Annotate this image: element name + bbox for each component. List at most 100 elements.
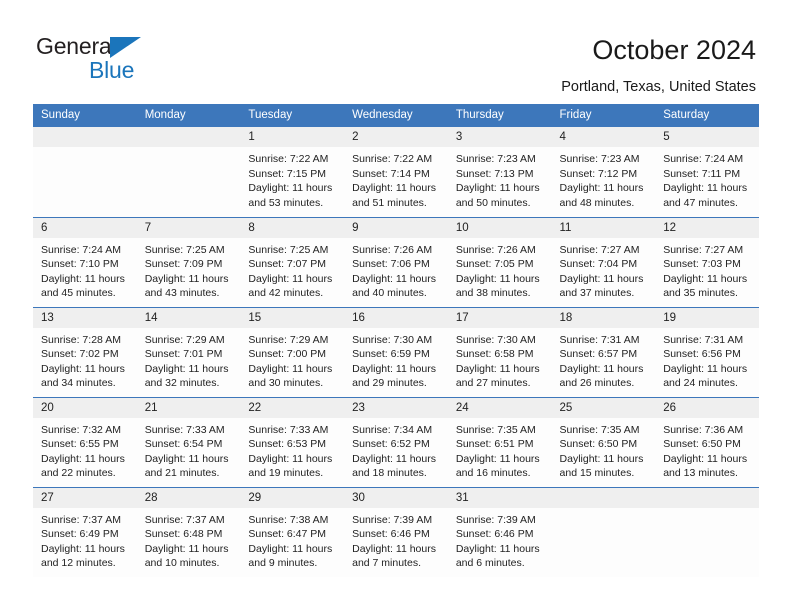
calendar-day-cell[interactable]: 13 Sunrise: 7:28 AM Sunset: 7:02 PM Dayligh… — [33, 306, 137, 397]
day-sun-info: Sunrise: 7:26 AM Sunset: 7:06 PM Daylight:… — [344, 238, 448, 301]
calendar-day-cell[interactable]: 6 Sunrise: 7:24 AM Sunset: 7:10 PM Daylight… — [33, 216, 137, 307]
calendar-day-cell[interactable]: 25 Sunrise: 7:35 AM Sunset: 6:50 PM Dayligh… — [551, 396, 656, 487]
day-number: 24 — [447, 397, 552, 418]
daylight-text-line2: and 10 minutes. — [144, 557, 220, 569]
daylight-text-line1: Daylight: 11 hours — [248, 452, 333, 465]
calendar-day-cell[interactable]: 29 Sunrise: 7:38 AM Sunset: 6:47 PM Dayligh… — [240, 486, 345, 577]
sunrise-text: Sunrise: 7:38 AM — [248, 513, 329, 526]
daylight-text-line2: and 51 minutes. — [352, 196, 427, 209]
calendar-day-cell[interactable]: 14 Sunrise: 7:29 AM Sunset: 7:01 PM Dayligh… — [136, 306, 241, 397]
calendar-day-cell[interactable]: 18 Sunrise: 7:31 AM Sunset: 6:57 PM Dayligh… — [551, 306, 656, 397]
calendar-day-cell[interactable]: 31 Sunrise: 7:39 AM Sunset: 6:46 PM Dayligh… — [447, 486, 552, 577]
day-number: 6 — [33, 217, 137, 238]
sunset-text: Sunset: 7:05 PM — [455, 258, 534, 270]
sunrise-text: Sunrise: 7:32 AM — [41, 423, 121, 436]
day-number: 11 — [551, 217, 656, 238]
day-number: 5 — [655, 127, 759, 147]
calendar-day-cell[interactable]: 23 Sunrise: 7:34 AM Sunset: 6:52 PM Dayligh… — [344, 396, 448, 487]
day-number: 29 — [240, 487, 345, 508]
calendar-day-cell[interactable]: 19 Sunrise: 7:31 AM Sunset: 6:56 PM Dayligh… — [655, 306, 759, 397]
calendar-day-cell[interactable]: 15 Sunrise: 7:29 AM Sunset: 7:00 PM Dayligh… — [240, 306, 345, 397]
day-number: 28 — [136, 487, 241, 508]
day-number: 17 — [447, 307, 552, 328]
calendar-day-cell[interactable]: 3 Sunrise: 7:23 AM Sunset: 7:13 PM Daylight… — [447, 127, 552, 217]
calendar-day-cell[interactable]: 17 Sunrise: 7:30 AM Sunset: 6:58 PM Dayligh… — [447, 306, 552, 397]
calendar-day-cell[interactable]: 24 Sunrise: 7:35 AM Sunset: 6:51 PM Dayligh… — [447, 396, 552, 487]
sunrise-text: Sunrise: 7:25 AM — [144, 243, 225, 256]
sunrise-text: Sunrise: 7:29 AM — [248, 333, 329, 346]
sunrise-text: Sunrise: 7:35 AM — [559, 423, 640, 436]
day-number: 2 — [344, 127, 448, 147]
calendar-day-cell[interactable]: 10 Sunrise: 7:26 AM Sunset: 7:05 PM Dayligh… — [447, 216, 552, 307]
calendar-day-cell[interactable]: 22 Sunrise: 7:33 AM Sunset: 6:53 PM Dayligh… — [240, 396, 345, 487]
daylight-text-line1: Daylight: 11 hours — [248, 182, 333, 194]
calendar-day-cell[interactable]: 5 Sunrise: 7:24 AM Sunset: 7:11 PM Daylight… — [655, 127, 759, 217]
calendar-day-cell[interactable]: 11 Sunrise: 7:27 AM Sunset: 7:04 PM Dayligh… — [551, 216, 656, 307]
weekday-header-tuesday: Tuesday — [240, 104, 345, 127]
calendar-body: 1 Sunrise: 7:22 AM Sunset: 7:15 PM Daylight… — [33, 127, 759, 577]
daylight-text-line2: and 43 minutes. — [144, 287, 220, 299]
calendar-day-cell[interactable]: 8 Sunrise: 7:25 AM Sunset: 7:07 PM Daylight… — [240, 216, 345, 307]
calendar-day-cell[interactable]: 20 Sunrise: 7:32 AM Sunset: 6:55 PM Dayligh… — [33, 396, 137, 487]
sunrise-text: Sunrise: 7:36 AM — [663, 423, 744, 436]
calendar-week-row: 20 Sunrise: 7:32 AM Sunset: 6:55 PM Dayligh… — [33, 396, 759, 487]
daylight-text-line2: and 32 minutes. — [144, 377, 220, 389]
calendar-day-cell[interactable]: 12 Sunrise: 7:27 AM Sunset: 7:03 PM Dayligh… — [655, 216, 759, 307]
day-sun-info: Sunrise: 7:36 AM Sunset: 6:50 PM Daylight:… — [655, 418, 759, 481]
calendar-day-cell[interactable]: 7 Sunrise: 7:25 AM Sunset: 7:09 PM Daylight… — [136, 216, 241, 307]
general-blue-logo[interactable]: General Blue — [36, 33, 236, 85]
sunrise-text: Sunrise: 7:39 AM — [352, 513, 433, 526]
day-number: 14 — [136, 307, 241, 328]
daylight-text-line1: Daylight: 11 hours — [144, 272, 229, 285]
daylight-text-line2: and 45 minutes. — [41, 287, 116, 299]
calendar-day-cell[interactable]: 2 Sunrise: 7:22 AM Sunset: 7:14 PM Daylight… — [344, 127, 448, 217]
calendar-day-cell[interactable]: 21 Sunrise: 7:33 AM Sunset: 6:54 PM Dayligh… — [136, 396, 241, 487]
sunrise-text: Sunrise: 7:22 AM — [352, 153, 433, 165]
calendar-day-cell[interactable]: 16 Sunrise: 7:30 AM Sunset: 6:59 PM Dayligh… — [344, 306, 448, 397]
calendar-day-cell-empty — [33, 127, 137, 217]
sunset-text: Sunset: 6:49 PM — [41, 528, 119, 540]
daylight-text-line2: and 38 minutes. — [455, 287, 531, 299]
daylight-text-line2: and 42 minutes. — [248, 287, 324, 299]
sunrise-text: Sunrise: 7:39 AM — [455, 513, 536, 526]
calendar-table: Sunday Monday Tuesday Wednesday Thursday… — [33, 104, 759, 577]
sunrise-text: Sunrise: 7:26 AM — [352, 243, 433, 256]
day-sun-info: Sunrise: 7:22 AM Sunset: 7:14 PM Daylight:… — [344, 147, 448, 210]
calendar-day-cell[interactable]: 26 Sunrise: 7:36 AM Sunset: 6:50 PM Dayligh… — [655, 396, 759, 487]
day-number: 16 — [344, 307, 448, 328]
day-number: 10 — [447, 217, 552, 238]
day-number: 15 — [240, 307, 345, 328]
page-location: Portland, Texas, United States — [561, 79, 756, 95]
weekday-header-sunday: Sunday — [33, 104, 137, 127]
calendar-day-cell[interactable]: 30 Sunrise: 7:39 AM Sunset: 6:46 PM Dayligh… — [344, 486, 448, 577]
sunset-text: Sunset: 7:07 PM — [248, 258, 327, 270]
calendar-day-cell-empty — [655, 486, 759, 577]
day-number: 23 — [344, 397, 448, 418]
sunset-text: Sunset: 7:14 PM — [352, 167, 430, 180]
sunrise-text: Sunrise: 7:29 AM — [144, 333, 225, 346]
daylight-text-line1: Daylight: 11 hours — [663, 362, 748, 375]
day-number: 19 — [655, 307, 759, 328]
triangle-icon — [110, 37, 141, 58]
calendar-day-cell[interactable]: 28 Sunrise: 7:37 AM Sunset: 6:48 PM Dayligh… — [136, 486, 241, 577]
calendar-day-cell[interactable]: 4 Sunrise: 7:23 AM Sunset: 7:12 PM Daylight… — [551, 127, 656, 217]
sunset-text: Sunset: 6:57 PM — [559, 348, 638, 360]
sunset-text: Sunset: 7:04 PM — [559, 258, 638, 270]
daylight-text-line2: and 47 minutes. — [663, 196, 738, 209]
daylight-text-line1: Daylight: 11 hours — [41, 452, 125, 465]
page-header: General Blue October 2024 Portland, Texa… — [0, 0, 792, 104]
daylight-text-line1: Daylight: 11 hours — [559, 362, 644, 375]
sunrise-text: Sunrise: 7:25 AM — [248, 243, 329, 256]
day-sun-info: Sunrise: 7:28 AM Sunset: 7:02 PM Daylight:… — [33, 328, 137, 391]
day-number: 20 — [33, 397, 137, 418]
day-number: 22 — [240, 397, 345, 418]
sunset-text: Sunset: 7:02 PM — [41, 348, 119, 360]
daylight-text-line1: Daylight: 11 hours — [663, 272, 748, 285]
calendar-day-cell[interactable]: 9 Sunrise: 7:26 AM Sunset: 7:06 PM Daylight… — [344, 216, 448, 307]
day-number: 13 — [33, 307, 137, 328]
daylight-text-line2: and 21 minutes. — [144, 467, 220, 479]
sunset-text: Sunset: 7:12 PM — [559, 167, 638, 180]
calendar-day-cell[interactable]: 27 Sunrise: 7:37 AM Sunset: 6:49 PM Dayligh… — [33, 486, 137, 577]
daylight-text-line2: and 50 minutes. — [455, 196, 531, 209]
calendar-day-cell[interactable]: 1 Sunrise: 7:22 AM Sunset: 7:15 PM Daylight… — [240, 127, 345, 217]
